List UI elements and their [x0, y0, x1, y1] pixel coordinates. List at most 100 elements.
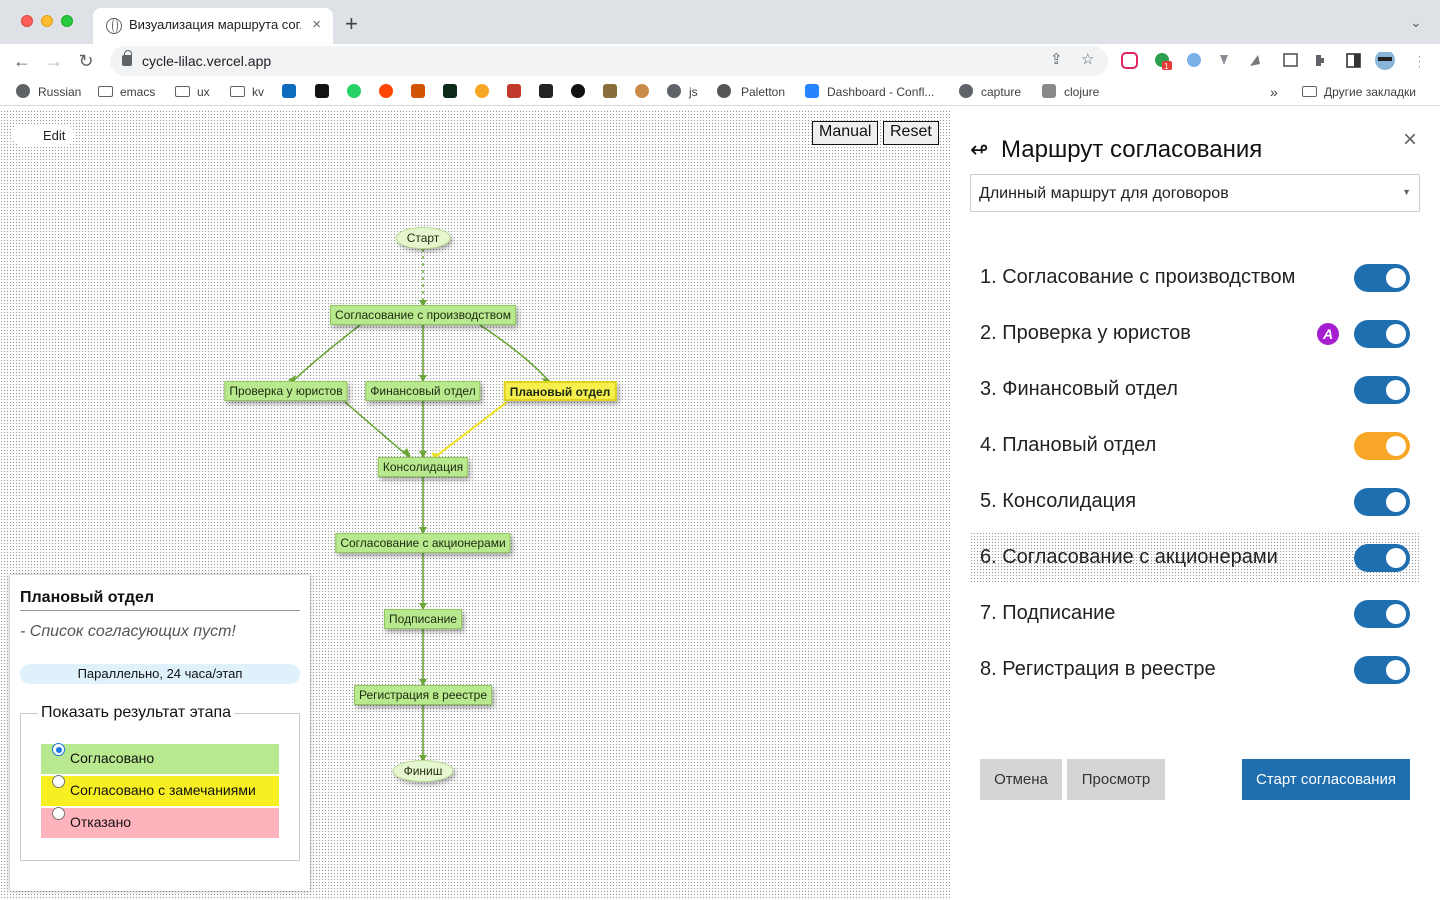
- stage-toggle-8[interactable]: [1354, 656, 1410, 684]
- panel-title: Маршрут согласования: [1001, 136, 1263, 163]
- edge-prod-plan: [479, 324, 549, 381]
- bookmark-bridge[interactable]: [603, 84, 625, 100]
- lock-icon: [122, 50, 132, 66]
- share-icon[interactable]: ⇪: [1050, 50, 1063, 68]
- tab-title: Визуализация маршрута согласования: [129, 17, 301, 32]
- browser-tab[interactable]: Визуализация маршрута согласования ×: [93, 8, 333, 44]
- node-planning[interactable]: Плановый отдел: [503, 381, 617, 401]
- route-panel: ↫ Маршрут согласования × Длинный маршрут…: [950, 110, 1440, 900]
- bookmark-paletton[interactable]: Paletton: [741, 84, 785, 100]
- bookmark-clojure[interactable]: clojure: [1042, 84, 1099, 100]
- bookmark-m[interactable]: [539, 84, 561, 100]
- radio-rejected[interactable]: [52, 807, 65, 820]
- node-signing[interactable]: Подписание: [384, 609, 462, 629]
- stage-label: 3. Финансовый отдел: [980, 378, 1178, 400]
- preview-button[interactable]: Просмотр: [1067, 759, 1165, 800]
- route-icon: ↫: [970, 137, 989, 162]
- assignee-avatar[interactable]: A: [1317, 323, 1339, 345]
- cancel-button[interactable]: Отмена: [980, 759, 1062, 800]
- stage-label: 6. Согласование с акционерами: [980, 546, 1278, 568]
- forward-icon[interactable]: →: [41, 48, 67, 74]
- bookmark-star-icon[interactable]: ☆: [1081, 50, 1094, 68]
- graph-canvas[interactable]: Edit Manual Reset Старт Согласование с п…: [0, 110, 950, 900]
- stage-toggle-3[interactable]: [1354, 376, 1410, 404]
- clojure-icon: [1042, 84, 1056, 98]
- bookmark-confluence[interactable]: Dashboard - Confl...: [805, 84, 934, 100]
- result-legend: Показать результат этапа: [38, 704, 235, 722]
- extensions-bar: 1 ⋮: [1121, 52, 1420, 71]
- bookmark-js[interactable]: js: [667, 84, 698, 100]
- radio-approved-remarks[interactable]: [52, 775, 65, 788]
- option-approved[interactable]: Согласовано: [41, 743, 279, 774]
- bookmark-yo[interactable]: [507, 84, 529, 100]
- bookmark-c-app[interactable]: [315, 84, 337, 100]
- node-production[interactable]: Согласование с производством: [330, 305, 516, 325]
- stage-row-6: 6. Согласование с акционерами: [970, 532, 1420, 584]
- bookmark-emacs[interactable]: emacs: [98, 84, 155, 100]
- ext-badge: 1: [1164, 62, 1169, 71]
- window-close-button[interactable]: [21, 15, 33, 27]
- node-legal[interactable]: Проверка у юристов: [224, 381, 348, 401]
- node-finance[interactable]: Финансовый отдел: [365, 381, 481, 401]
- pocket-icon: [1121, 52, 1138, 69]
- option-approved-remarks[interactable]: Согласовано с замечаниями: [41, 775, 279, 806]
- radio-approved[interactable]: [52, 743, 65, 756]
- reload-icon[interactable]: ↻: [73, 48, 99, 74]
- edge-plan-cons: [434, 401, 508, 458]
- url-text: cycle-lilac.vercel.app: [142, 53, 272, 69]
- outlook-icon: [282, 84, 296, 98]
- start-approval-button[interactable]: Старт согласования: [1242, 759, 1410, 800]
- node-shareholders[interactable]: Согласование с акционерами: [335, 533, 511, 553]
- bookmark-kv[interactable]: kv: [230, 84, 264, 100]
- info-title: Плановый отдел: [20, 589, 300, 611]
- node-start[interactable]: Старт: [395, 227, 451, 249]
- stage-toggle-5[interactable]: [1354, 488, 1410, 516]
- globe-icon: [959, 84, 973, 98]
- stage-toggle-7[interactable]: [1354, 600, 1410, 628]
- close-icon[interactable]: ×: [1403, 126, 1417, 154]
- address-bar[interactable]: cycle-lilac.vercel.app ⇪ ☆: [110, 46, 1108, 76]
- close-tab-icon[interactable]: ×: [312, 16, 321, 34]
- bookmark-ux[interactable]: ux: [175, 84, 210, 100]
- extensions-icon: [1316, 55, 1324, 66]
- back-icon[interactable]: ←: [9, 48, 35, 74]
- chevron-down-icon: ▼: [1402, 187, 1411, 197]
- bookmark-dog[interactable]: [635, 84, 657, 100]
- bookmarks-overflow[interactable]: »: [1270, 84, 1278, 100]
- new-tab-button[interactable]: +: [345, 13, 358, 35]
- bookmark-whatsapp[interactable]: [347, 84, 369, 100]
- bookmark-medium[interactable]: [571, 84, 593, 100]
- bookmark-circle[interactable]: [717, 84, 739, 100]
- bookmark-reddit[interactable]: [379, 84, 401, 100]
- route-select[interactable]: Длинный маршрут для договоров ▼: [970, 174, 1420, 212]
- window-zoom-button[interactable]: [61, 15, 73, 27]
- node-finish[interactable]: Финиш: [392, 760, 454, 782]
- stage-toggle-4[interactable]: [1354, 432, 1410, 460]
- node-consolidation[interactable]: Консолидация: [377, 457, 469, 477]
- stage-toggle-1[interactable]: [1354, 264, 1410, 292]
- stage-info-panel: Плановый отдел - Список согласующих пуст…: [10, 575, 310, 891]
- bookmark-outlook[interactable]: [282, 84, 304, 100]
- stage-label: 2. Проверка у юристов: [980, 322, 1191, 344]
- stage-label: 1. Согласование с производством: [980, 266, 1296, 288]
- stage-toggle-2[interactable]: [1354, 320, 1410, 348]
- stage-label: 7. Подписание: [980, 602, 1116, 624]
- bookmark-capture[interactable]: capture: [959, 84, 1021, 100]
- bookmark-gear-app[interactable]: [411, 84, 433, 100]
- bookmark-russian[interactable]: Russian: [16, 84, 81, 100]
- menu-icon: ⋮: [1413, 53, 1420, 69]
- bookmark-terminal[interactable]: [443, 84, 465, 100]
- globe-icon: [106, 18, 122, 34]
- window-minimize-button[interactable]: [41, 15, 53, 27]
- node-registry[interactable]: Регистрация в реестре: [353, 685, 493, 705]
- bookmark-share[interactable]: [475, 84, 497, 100]
- stage-toggle-6[interactable]: [1354, 544, 1410, 572]
- result-fieldset: Показать результат этапа Согласовано Сог…: [20, 704, 300, 861]
- other-bookmarks[interactable]: Другие закладки: [1302, 84, 1416, 100]
- compass-icon: [1187, 53, 1201, 67]
- tab-search-button[interactable]: ⌄: [1410, 14, 1422, 31]
- browser-tabstrip: Визуализация маршрута согласования × + ⌄: [0, 0, 1440, 44]
- folder-icon: [1302, 86, 1317, 97]
- option-rejected[interactable]: Отказано: [41, 807, 279, 838]
- confluence-icon: [805, 84, 819, 98]
